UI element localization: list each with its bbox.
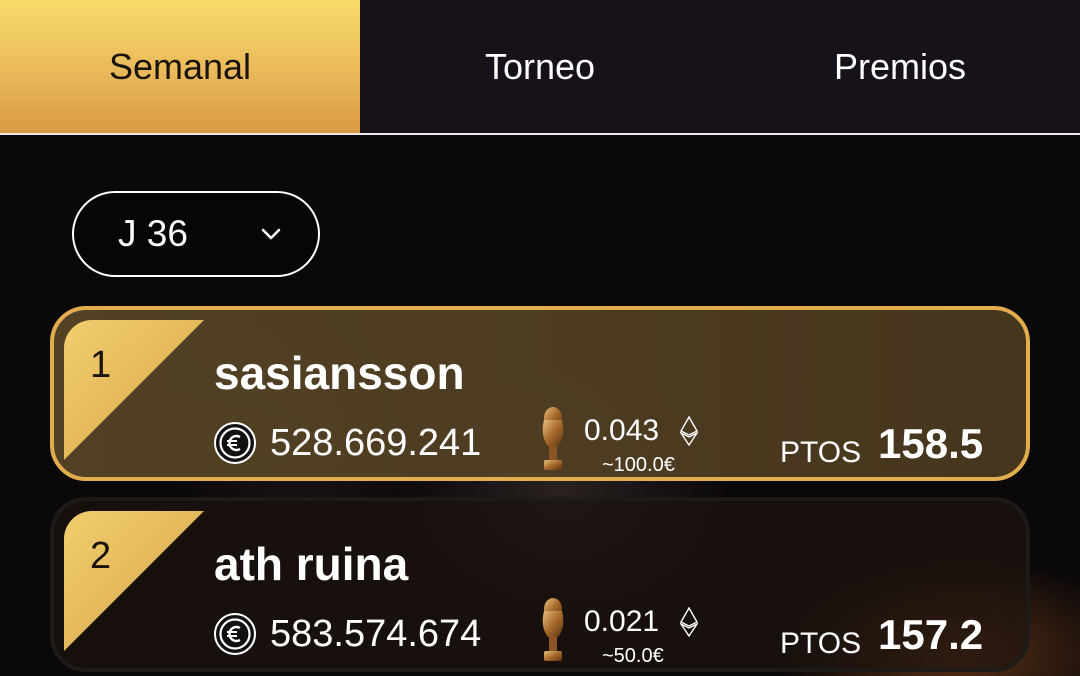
leaderboard-row[interactable]: 1 sasiansson 528.669.241 0.043 ~100.0€ P… (50, 306, 1030, 481)
user-name: sasiansson (214, 347, 465, 399)
coin-balance: 583.574.674 (270, 613, 482, 655)
tab-torneo[interactable]: Torneo (360, 0, 720, 133)
rank-number: 1 (90, 344, 112, 386)
rank-badge (64, 320, 204, 460)
rank-number: 2 (90, 535, 112, 577)
ethereum-icon (680, 607, 698, 637)
round-selector[interactable]: J 36 (72, 191, 320, 277)
euro-coin-icon (214, 613, 256, 655)
tab-semanal[interactable]: Semanal (0, 0, 360, 133)
eth-prize: 0.043 (584, 414, 660, 447)
eth-prize: 0.021 (584, 605, 660, 638)
points-value: 158.5 (878, 420, 984, 467)
leaderboard-row[interactable]: 2 ath ruina 583.574.674 0.021 ~50.0€ PTO… (50, 497, 1030, 672)
eur-prize: ~50.0€ (602, 645, 664, 667)
ethereum-icon (680, 416, 698, 446)
euro-coin-icon (214, 422, 256, 464)
eur-prize: ~100.0€ (602, 454, 675, 476)
coin-balance: 528.669.241 (270, 422, 482, 464)
points-label: PTOS (780, 436, 862, 469)
tab-bar: Semanal Torneo Premios (0, 0, 1080, 135)
trophy-icon (542, 407, 564, 470)
points-label: PTOS (780, 627, 862, 660)
chevron-down-icon (261, 228, 281, 240)
tab-premios[interactable]: Premios (720, 0, 1080, 133)
trophy-icon (542, 598, 564, 661)
round-selector-value: J 36 (118, 213, 188, 254)
points-value: 157.2 (878, 611, 984, 658)
user-name: ath ruina (214, 538, 409, 590)
rank-badge (64, 511, 204, 651)
